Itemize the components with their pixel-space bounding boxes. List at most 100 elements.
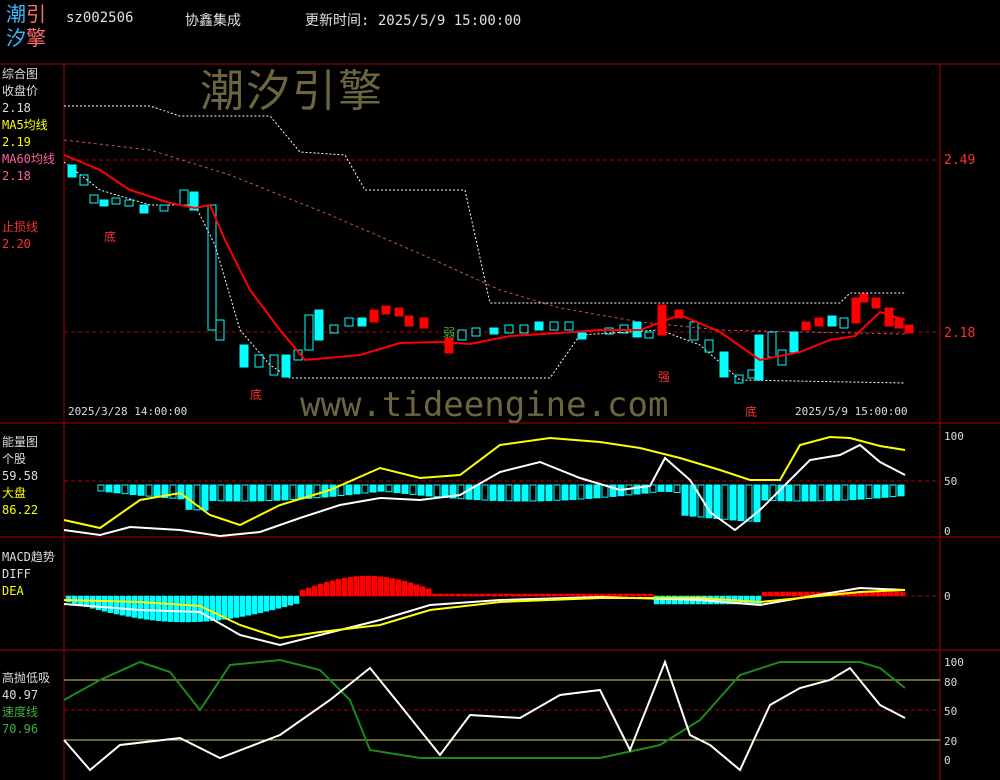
macd-bar xyxy=(881,591,888,597)
energy-bar xyxy=(657,484,665,492)
candle xyxy=(394,307,404,317)
ma60-label: MA60均线 xyxy=(2,152,55,166)
candle xyxy=(314,309,324,341)
macd-bar xyxy=(143,595,150,620)
watermark-url: www.tideengine.com xyxy=(300,385,669,425)
candle xyxy=(777,349,787,366)
macd-bar xyxy=(551,593,558,597)
candle xyxy=(789,331,799,353)
price-tick-low: 2.18 xyxy=(944,326,976,341)
energy-bar xyxy=(361,484,369,494)
candle xyxy=(67,164,77,178)
energy-bar xyxy=(433,484,441,498)
candle xyxy=(719,351,729,378)
candle xyxy=(269,354,279,376)
macd-bar xyxy=(761,591,768,597)
energy-bar xyxy=(201,484,209,511)
energy-bar xyxy=(273,484,281,501)
candle xyxy=(801,321,811,331)
candle xyxy=(179,189,189,206)
swing-tick-80: 80 xyxy=(944,676,958,689)
macd-bar xyxy=(209,595,216,621)
macd-bar xyxy=(647,593,654,597)
ma60-line xyxy=(63,139,906,335)
candle xyxy=(159,204,169,212)
energy-bar xyxy=(801,484,809,502)
watermark-brand: 潮汐引擎 xyxy=(200,66,384,117)
macd-bar xyxy=(113,595,120,615)
energy-bar xyxy=(785,484,793,502)
energy-bar xyxy=(353,484,361,495)
energy-bar xyxy=(113,484,121,494)
macd-bar xyxy=(299,589,306,597)
macd-bar xyxy=(293,595,300,604)
macd-bar xyxy=(311,585,318,597)
energy-market-label: 大盘 xyxy=(2,486,27,500)
mark-weak: 弱 xyxy=(443,326,456,340)
macd-bar xyxy=(641,593,648,597)
macd-bar xyxy=(467,593,474,597)
macd-bar xyxy=(773,591,780,597)
macd-bar xyxy=(635,593,642,597)
macd-bar xyxy=(461,593,468,597)
macd-bar xyxy=(323,582,330,597)
macd-bar xyxy=(545,593,552,597)
ma5-value: 2.19 xyxy=(2,135,31,149)
macd-bar xyxy=(197,595,204,622)
swing-title: 高抛低吸 xyxy=(2,671,51,685)
macd-bar xyxy=(869,591,876,597)
energy-bar xyxy=(241,484,249,502)
macd-bar xyxy=(251,595,258,615)
macd-bar xyxy=(257,595,264,613)
energy-bar xyxy=(233,484,241,502)
swing-value: 40.97 xyxy=(2,688,39,702)
energy-title: 能量图 xyxy=(2,435,39,449)
macd-bar xyxy=(455,593,462,597)
macd-bar xyxy=(335,579,342,597)
macd-bar xyxy=(269,595,276,611)
macd-bar xyxy=(875,591,882,597)
candle xyxy=(207,204,217,331)
stop-value: 2.20 xyxy=(2,237,31,251)
macd-bar xyxy=(101,595,108,612)
energy-bar xyxy=(745,484,753,522)
candle xyxy=(281,354,291,378)
macd-bar xyxy=(383,577,390,597)
energy-bar xyxy=(873,484,881,499)
macd-bar xyxy=(191,595,198,623)
macd-bar xyxy=(443,593,450,597)
candle xyxy=(124,199,134,207)
energy-bar xyxy=(217,484,225,502)
candle xyxy=(404,315,414,327)
mark-bottom-1: 底 xyxy=(104,230,117,244)
candle xyxy=(884,307,894,327)
macd-bar xyxy=(353,576,360,597)
energy-market-value: 86.22 xyxy=(2,503,39,517)
candle xyxy=(419,317,429,329)
macd-bar xyxy=(629,593,636,597)
energy-bar xyxy=(385,484,393,493)
candle xyxy=(644,331,654,339)
macd-bar xyxy=(569,593,576,597)
macd-bar xyxy=(479,593,486,597)
macd-dea-label: DEA xyxy=(2,584,24,598)
macd-bar xyxy=(893,591,900,597)
macd-bar xyxy=(155,595,162,621)
energy-bar xyxy=(897,484,905,497)
energy-bar xyxy=(665,484,673,493)
macd-bar xyxy=(389,578,396,597)
macd-bar xyxy=(131,595,138,618)
energy-bar xyxy=(225,484,233,502)
macd-bar xyxy=(413,584,420,597)
candle xyxy=(827,315,837,327)
main-title: 综合图 xyxy=(2,67,39,81)
macd-bar xyxy=(365,575,372,597)
macd-bar xyxy=(125,595,132,617)
macd-bar xyxy=(167,595,174,622)
energy-bar xyxy=(249,484,257,502)
macd-bar xyxy=(587,593,594,597)
energy-tick-0: 0 xyxy=(944,525,951,538)
swing-tick-0: 0 xyxy=(944,754,951,767)
macd-bar xyxy=(497,593,504,597)
energy-bar xyxy=(545,484,553,502)
